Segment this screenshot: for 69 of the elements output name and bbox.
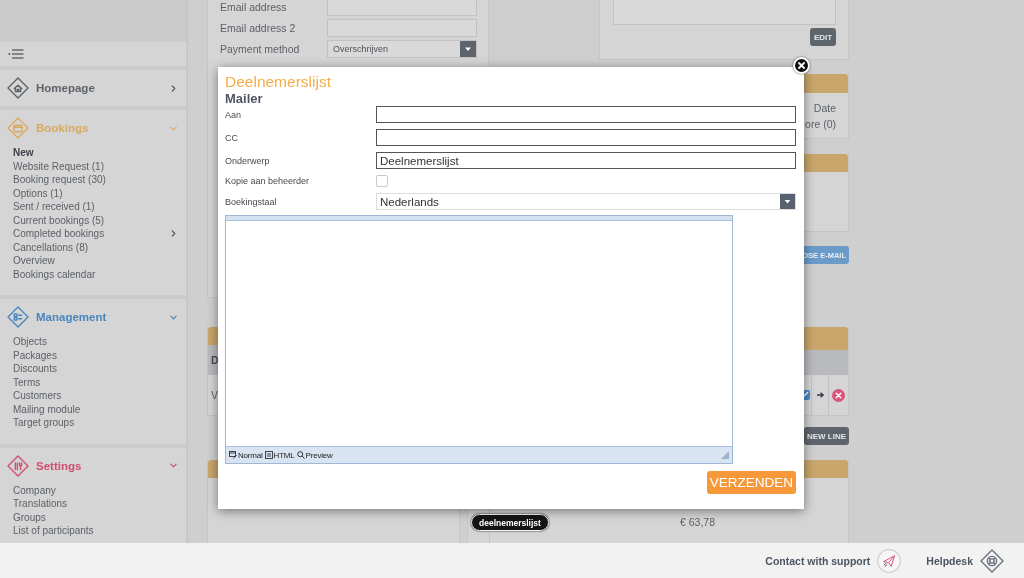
sidebar-link[interactable]: Bookings calendar <box>13 267 96 281</box>
footer-link[interactable]: Contact with support <box>765 548 902 573</box>
sidebar-link[interactable]: Terms <box>13 375 41 389</box>
select-field[interactable]: Nederlands <box>376 193 796 210</box>
sidebar-link[interactable]: Cancellations (8) <box>13 240 89 254</box>
field-label: Onderwerp <box>225 155 270 166</box>
sidebar-link[interactable]: Packages <box>13 348 57 362</box>
sidebar-link[interactable]: Booking request (30) <box>13 173 106 187</box>
lifebuoy-icon <box>980 548 1004 573</box>
dialog-title: Deelnemerslijst <box>225 73 331 91</box>
sidebar-section-button[interactable]: Homepage <box>7 78 177 98</box>
sidebar-link[interactable]: Groups <box>13 510 46 524</box>
field-label: CC <box>225 132 238 143</box>
edit-button[interactable]: EDIT <box>810 28 836 46</box>
field-label: Kopie aan beheerder <box>225 176 310 186</box>
editor-mode-button[interactable]: Normal <box>229 450 263 460</box>
text-input-field[interactable]: Deelnemerslijst <box>376 152 796 169</box>
chevron-down-icon <box>170 124 177 132</box>
field-label: Aan <box>225 109 241 120</box>
sidebar-section-button[interactable]: Settings <box>7 455 177 476</box>
sidebar-link[interactable]: Mailing module <box>13 402 81 416</box>
tooltip: deelnemerslijst <box>471 514 549 531</box>
sidebar-link[interactable]: Options (1) <box>13 186 63 200</box>
dialog-subtitle: Mailer <box>225 91 263 106</box>
table-header-cell-text: D <box>211 353 219 368</box>
close-icon <box>798 62 805 69</box>
chevron-down-icon <box>170 462 177 469</box>
sidebar-link[interactable]: List of participants <box>13 524 94 538</box>
sidebar-link[interactable]: Company <box>13 483 56 497</box>
sidebar-toggle-button[interactable] <box>0 42 186 66</box>
select-field[interactable]: Overschrijven <box>327 40 477 58</box>
delete-icon[interactable] <box>832 388 845 402</box>
sidebar-link[interactable]: Objects <box>13 335 47 349</box>
field-label: Boekingstaal <box>225 196 277 207</box>
sidebar-link[interactable]: Sent / received (1) <box>13 200 95 214</box>
sidebar-link[interactable]: Website Request (1) <box>13 159 104 173</box>
sidebar-link[interactable]: Target groups <box>13 416 75 430</box>
new-line-button[interactable]: NEW LINE <box>804 427 849 445</box>
chevron-right-icon <box>170 84 177 92</box>
paper-plane-icon <box>877 548 902 573</box>
editor-mode-button[interactable]: HTML <box>264 450 295 460</box>
text-input-field[interactable] <box>376 129 796 146</box>
summary-value: ore (0) <box>805 117 836 132</box>
code-window-icon <box>264 451 273 459</box>
footer-link[interactable]: Helpdesk <box>926 548 1004 573</box>
text-input-field[interactable] <box>376 106 796 123</box>
arrow-right-icon[interactable] <box>816 392 824 398</box>
chevron-right-icon <box>170 230 177 238</box>
table-cell-text: V <box>211 388 218 403</box>
window-pencil-icon <box>229 451 237 459</box>
column-heading: Date <box>813 101 836 116</box>
field-label: Email address <box>220 1 287 13</box>
sidebar-link[interactable]: Customers <box>13 389 62 403</box>
sidebar-link[interactable]: Current bookings (5) <box>13 213 105 227</box>
checkbox[interactable] <box>376 175 388 187</box>
sidebar-link[interactable]: New <box>13 146 34 160</box>
field-label: Email address 2 <box>220 22 296 34</box>
price-amount: € 63,78 <box>680 515 716 530</box>
search-icon <box>296 451 305 459</box>
chevron-down-icon <box>170 313 177 321</box>
sidebar-link[interactable]: Translations <box>13 497 68 511</box>
sidebar-section-button[interactable]: Management <box>7 307 177 327</box>
field-label: Payment method <box>220 43 300 55</box>
sidebar-link[interactable]: Discounts <box>13 362 57 376</box>
close-button[interactable] <box>793 57 810 74</box>
sidebar-link[interactable]: Overview <box>13 254 55 268</box>
editor-mode-button[interactable]: Preview <box>296 450 333 460</box>
collapse-menu-icon <box>8 49 24 59</box>
sidebar-link[interactable]: Completed bookings <box>13 227 177 241</box>
